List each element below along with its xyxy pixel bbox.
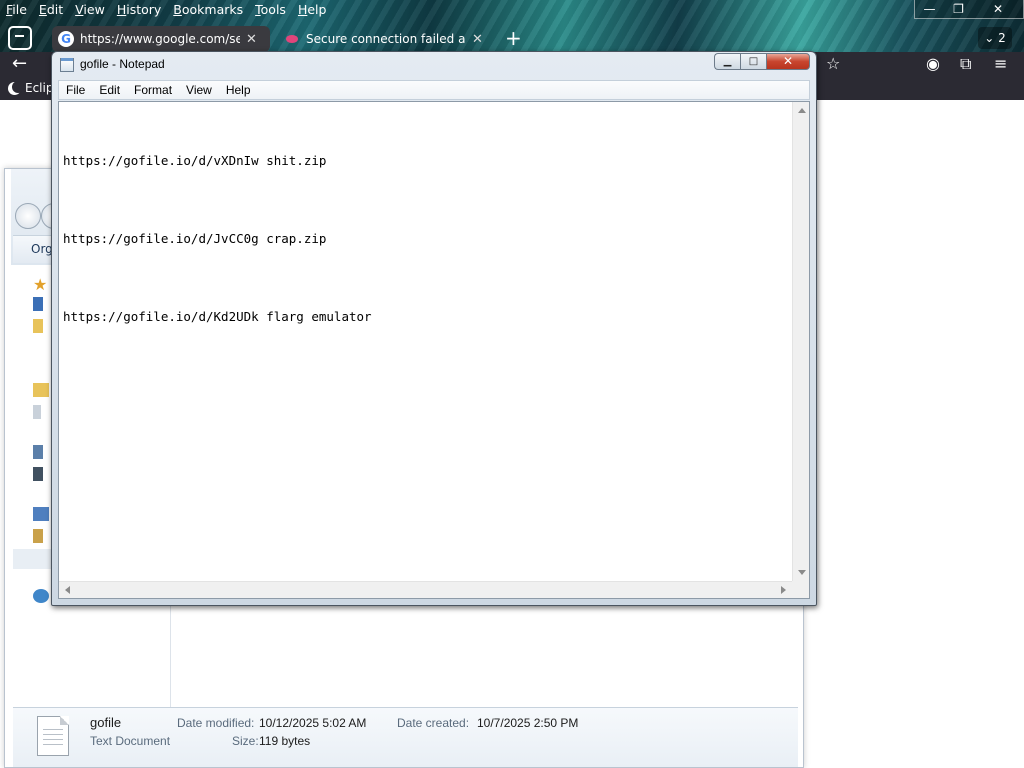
documents-icon[interactable] [33, 405, 41, 419]
menu-bookmarks[interactable]: Bookmarks [167, 0, 249, 20]
new-tab-icon[interactable]: + [505, 28, 522, 48]
drive-icon[interactable] [33, 529, 43, 543]
date-created-value: 10/7/2025 2:50 PM [477, 716, 579, 730]
computer-icon[interactable] [33, 507, 49, 521]
resize-grip[interactable] [792, 581, 809, 598]
notepad-menu-edit[interactable]: Edit [92, 83, 127, 97]
explorer-back-icon[interactable] [15, 203, 41, 229]
tab-secure-connection-failed[interactable]: Secure connection failed and Firefox ✕ [278, 26, 492, 52]
close-button[interactable]: ✕ [766, 53, 810, 70]
libraries-icon[interactable] [33, 383, 49, 397]
text-line: https://gofile.io/d/Kd2UDk flarg emulato… [63, 309, 372, 324]
details-pane: gofile Text Document Date modified: 10/1… [13, 707, 798, 767]
vertical-scrollbar[interactable] [792, 102, 809, 581]
scroll-down-icon[interactable] [798, 570, 806, 575]
firefox-menubar: File Edit View History Bookmarks Tools H… [0, 0, 332, 20]
back-icon[interactable]: ← [12, 53, 27, 74]
size-label: Size: [232, 734, 259, 748]
details-file-name: gofile [90, 715, 122, 730]
menu-help[interactable]: Help [292, 0, 333, 20]
notepad-window: gofile - Notepad ▁ □ ✕ File Edit Format … [51, 51, 817, 606]
scroll-right-icon[interactable] [781, 586, 786, 594]
firefox-tabstrip: G https://www.google.com/search ✕ Secure… [0, 24, 1024, 52]
eclipse-icon [8, 80, 24, 95]
maximize-button[interactable]: □ [740, 53, 766, 70]
size-value: 119 bytes [259, 734, 311, 748]
date-modified-label: Date modified: [177, 716, 255, 730]
menu-view[interactable]: View [69, 0, 111, 20]
notepad-menu-format[interactable]: Format [127, 83, 179, 97]
close-tab-icon[interactable]: ✕ [246, 32, 257, 47]
date-created-label: Date created: [397, 716, 470, 730]
firefox-restore-button[interactable]: ❐ [944, 0, 973, 18]
network-icon[interactable] [33, 589, 49, 603]
text-document-icon [37, 716, 69, 756]
tab-title: https://www.google.com/search [80, 32, 240, 46]
menu-tools[interactable]: Tools [249, 0, 292, 20]
minimize-button[interactable]: ▁ [714, 53, 740, 70]
downloads-folder-icon[interactable] [33, 319, 43, 333]
tab-title: Secure connection failed and Firefox [306, 32, 466, 46]
account-icon[interactable]: ◉ [926, 54, 940, 73]
details-file-type: Text Document [90, 734, 171, 748]
firefox-view-icon[interactable] [8, 26, 32, 50]
firefox-close-button[interactable]: ✕ [973, 0, 1023, 18]
extensions-icon[interactable]: ⧉ [960, 54, 971, 74]
notepad-content[interactable]: https://gofile.io/d/vXDnIw shit.zip http… [63, 96, 791, 580]
date-modified-value: 10/12/2025 5:02 AM [259, 716, 367, 730]
notepad-icon [60, 58, 74, 72]
star-icon[interactable]: ☆ [826, 54, 840, 73]
videos-icon[interactable] [33, 467, 43, 481]
menu-edit[interactable]: Edit [33, 0, 69, 20]
scroll-up-icon[interactable] [798, 108, 806, 113]
tab-count: 2 [998, 31, 1006, 45]
list-all-tabs-button[interactable]: ⌄ 2 [978, 27, 1012, 49]
firefox-minimize-button[interactable]: — [915, 0, 944, 18]
notepad-menu-help[interactable]: Help [219, 83, 258, 97]
firefox-window-controls: — ❐ ✕ [914, 0, 1024, 19]
scroll-left-icon[interactable] [65, 586, 70, 594]
notepad-text-area[interactable]: https://gofile.io/d/vXDnIw shit.zip http… [58, 101, 810, 599]
tab-google-search[interactable]: G https://www.google.com/search ✕ [52, 26, 270, 52]
text-line: https://gofile.io/d/JvCC0g crap.zip [63, 231, 327, 246]
warning-icon [284, 33, 300, 45]
pictures-icon[interactable] [33, 445, 43, 459]
menu-file[interactable]: File [0, 0, 33, 20]
menu-history[interactable]: History [111, 0, 167, 20]
notepad-menu-view[interactable]: View [179, 83, 219, 97]
notepad-menu-file[interactable]: File [59, 83, 92, 97]
notepad-window-controls: ▁ □ ✕ [714, 53, 810, 70]
notepad-title: gofile - Notepad [80, 57, 165, 71]
desktop-icon[interactable] [33, 297, 43, 311]
text-line: https://gofile.io/d/vXDnIw shit.zip [63, 153, 327, 168]
notepad-titlebar[interactable]: gofile - Notepad ▁ □ ✕ [52, 52, 816, 78]
close-tab-icon[interactable]: ✕ [472, 32, 483, 47]
favorites-star-icon[interactable]: ★ [33, 275, 49, 294]
menu-icon[interactable]: ≡ [994, 54, 1007, 73]
google-icon: G [58, 31, 74, 47]
horizontal-scrollbar[interactable] [59, 581, 792, 598]
